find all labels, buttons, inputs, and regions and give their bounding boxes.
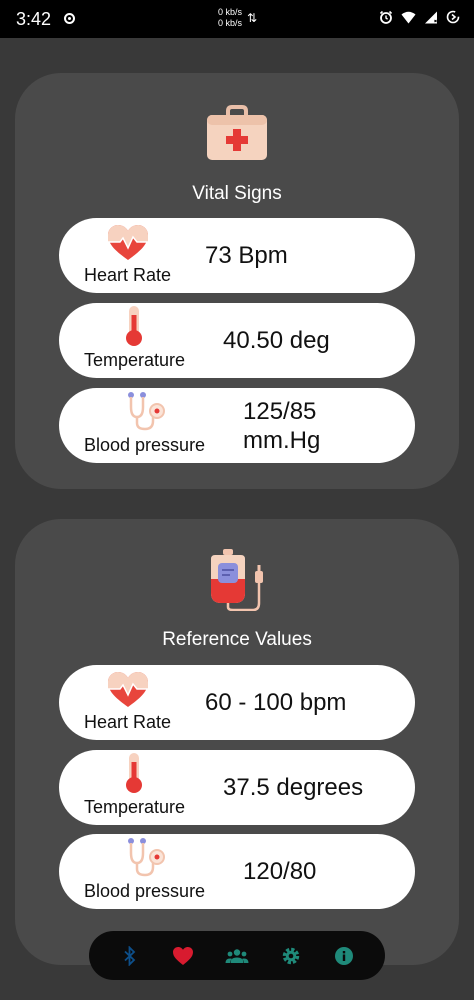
thermometer-icon — [126, 306, 142, 346]
blood-pressure-value-line1: 125/85 — [243, 397, 317, 425]
reference-temperature-label: Temperature — [84, 797, 186, 817]
status-time: 3:42 — [16, 9, 52, 29]
reference-values-card: Reference Values Heart Rate 60 - 100 bpm… — [15, 519, 459, 965]
reference-blood-pressure-row: Blood pressure 120/80 — [59, 834, 415, 909]
reference-heart-rate-row: Heart Rate 60 - 100 bpm — [59, 665, 415, 740]
reference-temperature-value: 37.5 degrees — [223, 774, 364, 801]
network-speed-down: 0 kb/s — [217, 18, 242, 28]
heart-icon — [108, 672, 148, 707]
vital-blood-pressure-row: Blood pressure 125/85 mm.Hg — [59, 388, 415, 463]
vital-signs-title: Vital Signs — [192, 183, 282, 204]
wifi-icon — [401, 11, 416, 23]
nav-info[interactable] — [326, 938, 362, 974]
settings-icon — [282, 947, 299, 964]
reference-heart-rate-label: Heart Rate — [84, 712, 172, 732]
blood-pressure-value: 125/85 mm.Hg — [243, 388, 403, 463]
notification-dot-icon — [64, 13, 75, 24]
bluetooth-icon — [124, 945, 136, 966]
status-icons — [379, 10, 460, 24]
network-speed: 0 kb/s 0 kb/s — [212, 7, 248, 29]
vital-temperature-row: Temperature 40.50 deg — [59, 303, 415, 378]
reference-blood-pressure-value: 120/80 — [243, 858, 317, 885]
info-icon — [335, 946, 354, 965]
people-icon — [225, 948, 249, 963]
nav-heart[interactable] — [165, 938, 201, 974]
temperature-value: 40.50 deg — [223, 327, 330, 354]
blood-pressure-label: Blood pressure — [84, 435, 206, 455]
nav-settings[interactable] — [273, 938, 309, 974]
network-speed-up: 0 kb/s — [217, 7, 242, 17]
blood-pressure-value-line2: mm.Hg — [243, 426, 321, 454]
heart-icon — [108, 225, 148, 260]
reference-temperature-row: Temperature 37.5 degrees — [59, 750, 415, 825]
bottom-navigation — [89, 931, 385, 980]
reference-heart-rate-value: 60 - 100 bpm — [205, 689, 347, 716]
alarm-icon — [379, 10, 393, 24]
nav-bluetooth[interactable] — [112, 938, 148, 974]
stethoscope-icon — [128, 838, 165, 877]
temperature-label: Temperature — [84, 350, 186, 370]
reference-values-title: Reference Values — [162, 629, 312, 650]
vital-signs-card: Vital Signs Heart Rate 73 Bpm Temperatur… — [15, 73, 459, 489]
heart-icon — [173, 946, 194, 965]
blood-bag-icon — [211, 549, 263, 611]
vital-heart-rate-row: Heart Rate 73 Bpm — [59, 218, 415, 293]
data-transfer-icon: ⇅ — [247, 11, 258, 25]
heart-rate-value: 73 Bpm — [205, 242, 288, 269]
nav-people[interactable] — [219, 938, 255, 974]
signal-icon — [425, 11, 437, 23]
thermometer-icon — [126, 753, 142, 793]
status-bar: 3:42 0 kb/s 0 kb/s ⇅ — [0, 0, 474, 38]
battery-saver-icon — [446, 10, 460, 24]
first-aid-kit-icon — [207, 105, 267, 160]
reference-blood-pressure-label: Blood pressure — [84, 881, 206, 901]
stethoscope-icon — [128, 392, 165, 431]
heart-rate-label: Heart Rate — [84, 265, 172, 285]
